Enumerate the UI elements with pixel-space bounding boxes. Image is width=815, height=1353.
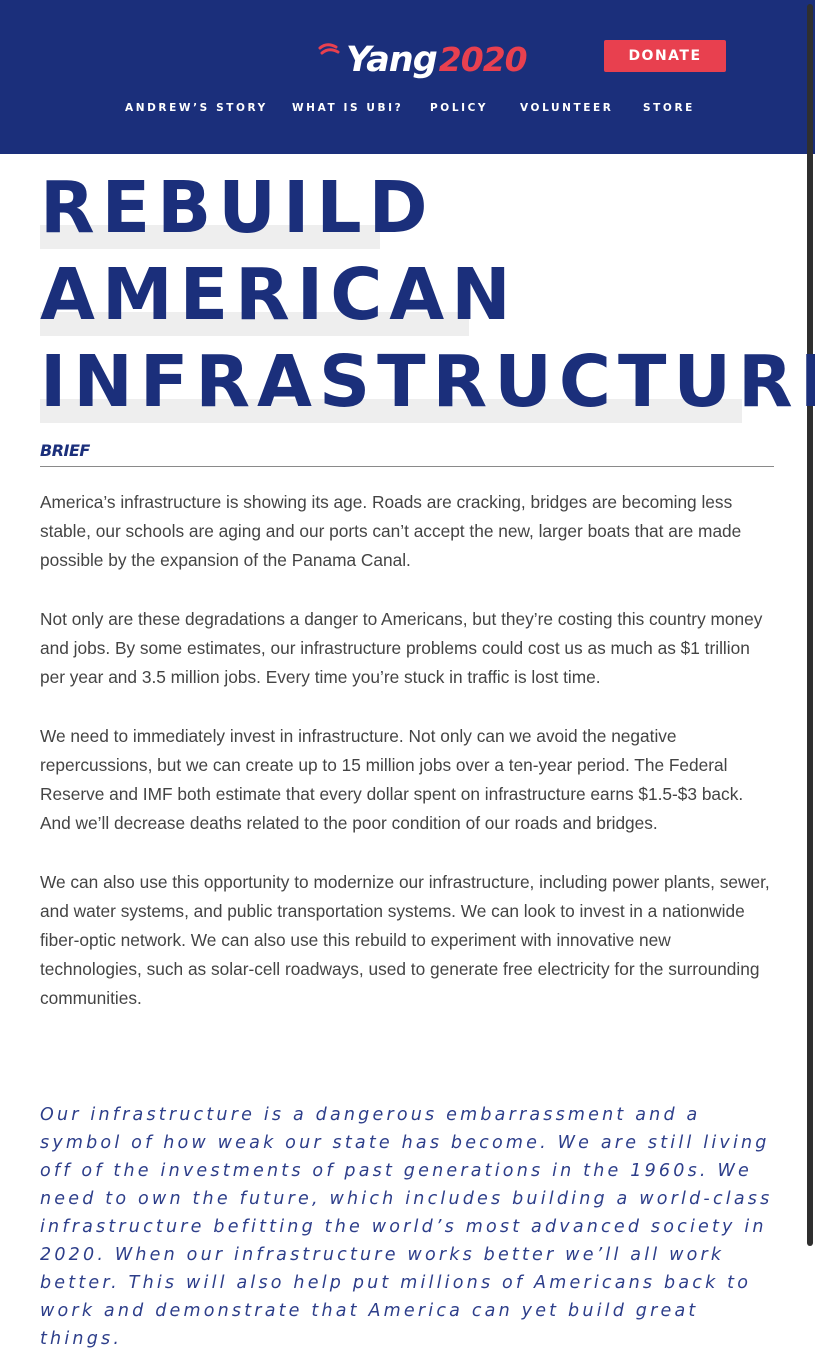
title-text: AMERICAN — [40, 253, 518, 336]
brief-divider — [40, 466, 774, 467]
page-title: REBUILD AMERICAN INFRASTRUCTURE — [40, 164, 815, 425]
title-line-2: AMERICAN — [40, 251, 815, 338]
paragraph: We need to immediately invest in infrast… — [40, 726, 744, 833]
title-line-1: REBUILD — [40, 164, 815, 251]
logo-stripes-icon — [318, 38, 346, 80]
nav-what-is-ubi[interactable]: WHAT IS UBI? — [292, 100, 403, 116]
nav-andrews-story[interactable]: ANDREW’S STORY — [125, 100, 268, 116]
paragraph: Not only are these degradations a danger… — [40, 609, 763, 687]
main-nav: ANDREW’S STORY WHAT IS UBI? POLICY VOLUN… — [0, 100, 815, 116]
paragraph: America’s infrastructure is showing its … — [40, 492, 742, 570]
pull-quote: Our infrastructure is a dangerous embarr… — [40, 1105, 773, 1349]
donate-button[interactable]: DONATE — [604, 40, 726, 72]
paragraph: We can also use this opportunity to mode… — [40, 872, 770, 1008]
title-line-3: INFRASTRUCTURE — [40, 338, 815, 425]
logo-name: Yang — [346, 40, 438, 80]
logo-year: 2020 — [438, 40, 528, 79]
title-text: REBUILD — [40, 166, 435, 249]
nav-volunteer[interactable]: VOLUNTEER — [520, 100, 614, 116]
title-text: INFRASTRUCTURE — [40, 340, 815, 423]
site-header: Yang 2020 DONATE ANDREW’S STORY WHAT IS U… — [0, 0, 815, 154]
nav-store[interactable]: STORE — [643, 100, 695, 116]
brief-label: BRIEF — [40, 441, 90, 460]
nav-policy[interactable]: POLICY — [430, 100, 488, 116]
yang2020-logo[interactable]: Yang 2020 — [318, 34, 528, 80]
